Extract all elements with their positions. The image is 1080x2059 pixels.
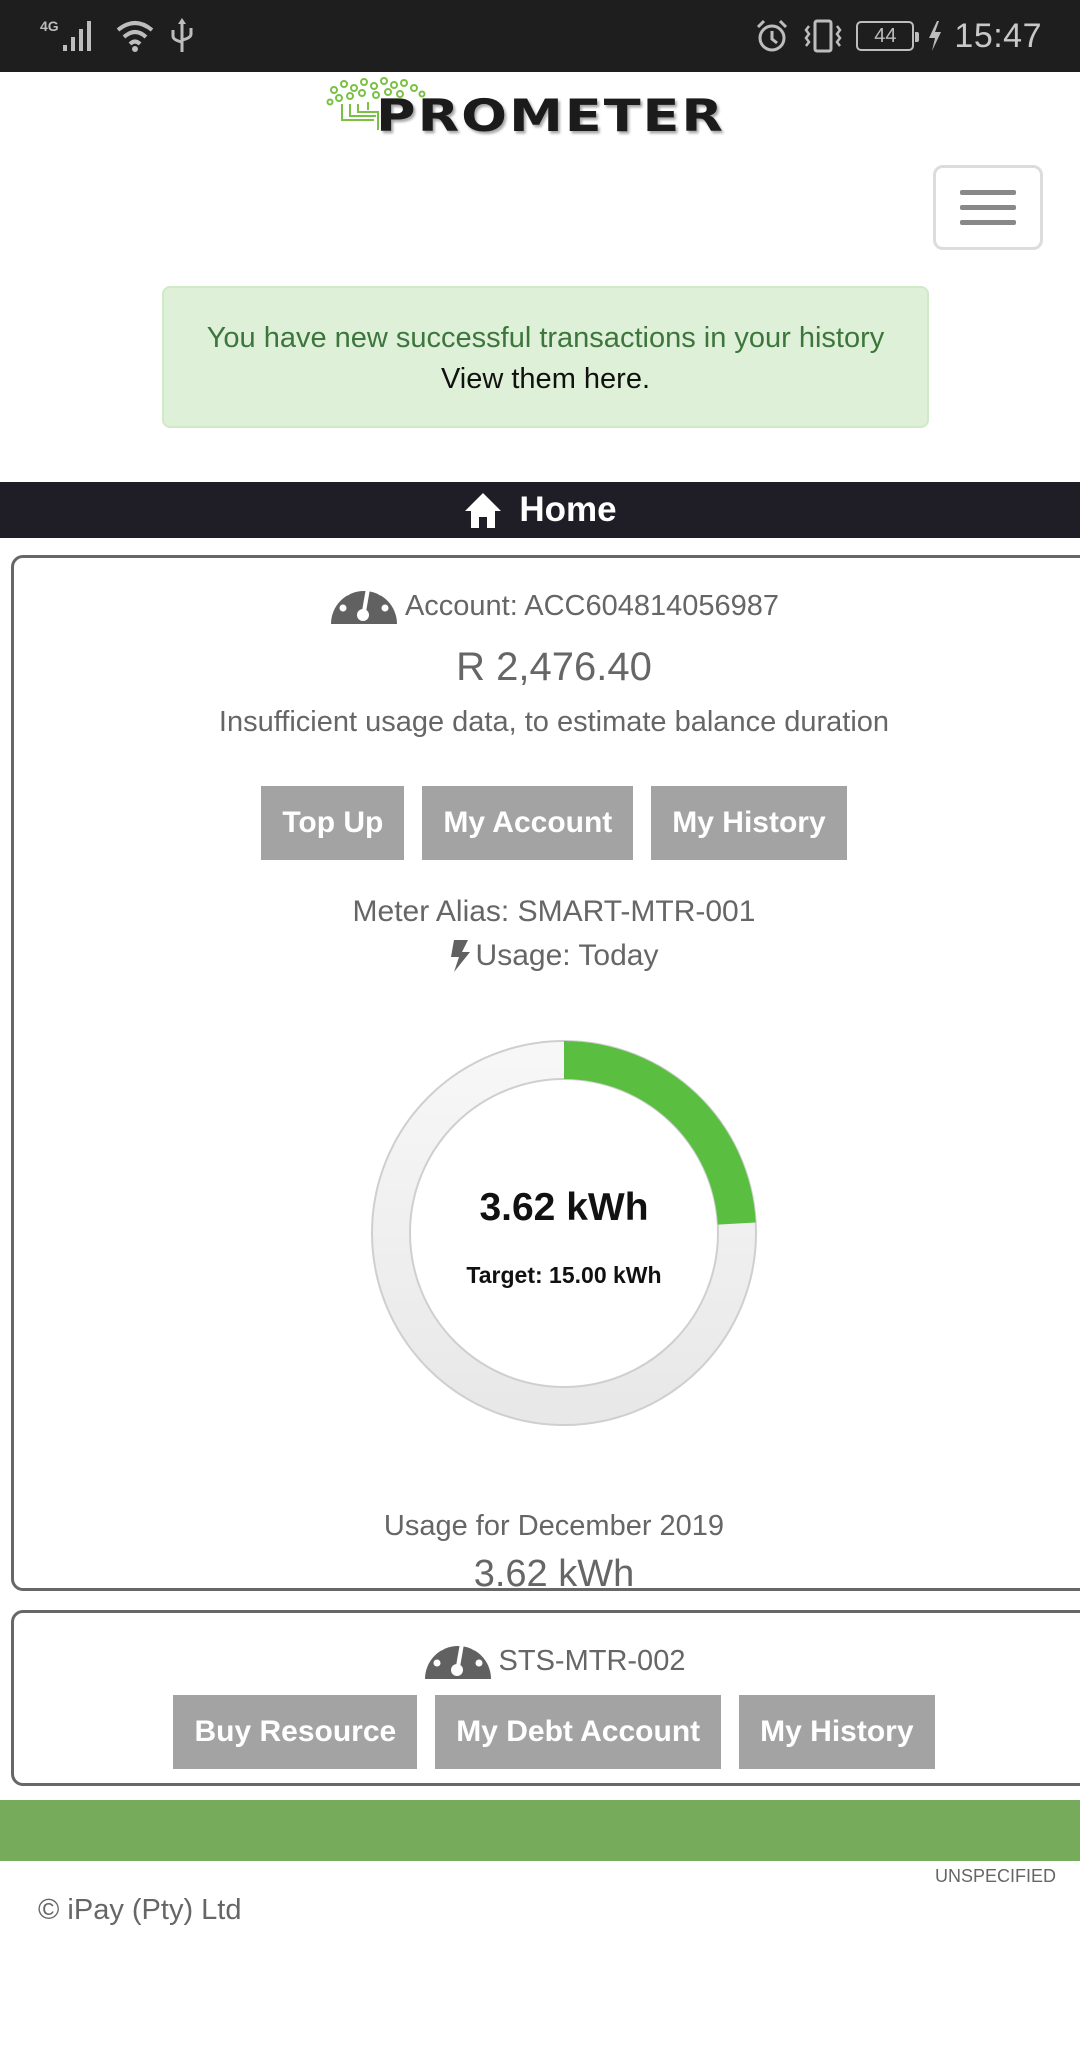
hamburger-menu-icon-line — [960, 190, 1016, 195]
page-header-bar: Home — [0, 482, 1080, 538]
meter2-name: STS-MTR-002 — [498, 1645, 686, 1677]
my-history-button[interactable]: My History — [739, 1695, 935, 1769]
network-type: 4G — [40, 18, 59, 34]
usage-period-row: Usage: Today — [14, 939, 1080, 973]
hamburger-menu-icon-line — [960, 205, 1016, 210]
signal-icon — [62, 21, 91, 51]
gauge-target: Target: 15.00 kWh — [466, 1262, 662, 1288]
battery-icon: 44 — [856, 21, 920, 51]
balance-amount: R 2,476.40 — [456, 645, 652, 689]
alert-message: You have new successful transactions in … — [206, 322, 885, 354]
my-history-button[interactable]: My History — [651, 786, 847, 860]
account-number: Account: ACC604814056987 — [404, 590, 780, 622]
clock: 15:47 — [954, 16, 1042, 55]
dashboard-gauge-icon — [330, 579, 397, 624]
monthly-usage-value: 3.62 kWh — [473, 1553, 635, 1595]
meter-card-sts: STS-MTR-002 Buy Resource My Debt Account… — [11, 1610, 1080, 1786]
copyright: © iPay (Pty) Ltd — [38, 1894, 242, 1926]
my-account-button[interactable]: My Account — [422, 786, 634, 860]
wifi-icon — [116, 21, 153, 52]
usage-period-label: Usage: Today — [475, 939, 659, 972]
footer-tag: UNSPECIFIED — [934, 1866, 1056, 1886]
view-transactions-link[interactable]: View them here. — [441, 358, 650, 400]
battery-level: 44 — [874, 24, 897, 47]
monthly-usage-label: Usage for December 2019 — [383, 1510, 725, 1542]
gauge-inner-edge — [409, 1078, 719, 1388]
meter-alias: Meter Alias: SMART-MTR-001 — [352, 895, 756, 928]
meter2-actions: Buy Resource My Debt Account My History — [14, 1695, 1080, 1769]
meter1-actions: Top Up My Account My History — [14, 786, 1080, 860]
lightning-bolt-icon — [450, 940, 470, 972]
page-title: Home — [519, 490, 617, 529]
my-debt-account-button[interactable]: My Debt Account — [435, 1695, 722, 1769]
alarm-icon — [757, 19, 788, 52]
meter-card-smart: Account: ACC604814056987 R 2,476.40 Insu… — [11, 555, 1080, 1595]
home-icon — [465, 493, 502, 528]
logo-text: PROMETER — [376, 90, 725, 142]
top-up-button[interactable]: Top Up — [261, 786, 405, 860]
transactions-alert: You have new successful transactions in … — [162, 286, 929, 428]
charging-icon — [929, 21, 942, 51]
gauge-value: 3.62 kWh — [479, 1186, 649, 1229]
hamburger-menu-icon-line — [960, 220, 1016, 225]
footer-bar — [0, 1800, 1080, 1861]
usage-gauge: 3.62 kWh Target: 15.00 kWh — [359, 1028, 769, 1438]
buy-resource-button[interactable]: Buy Resource — [173, 1695, 418, 1769]
prometer-logo[interactable]: PROMETER — [324, 76, 764, 144]
hamburger-menu-button[interactable] — [933, 165, 1043, 250]
account-row: Account: ACC604814056987 — [14, 566, 1080, 626]
balance-estimate-note: Insufficient usage data, to estimate bal… — [218, 706, 890, 738]
dashboard-gauge-icon — [424, 1634, 491, 1679]
vibrate-icon — [804, 19, 842, 53]
meter2-title-row: STS-MTR-002 — [14, 1623, 1080, 1681]
status-bar: 4G 44 15:47 — [0, 0, 1080, 72]
usb-icon — [171, 18, 193, 52]
